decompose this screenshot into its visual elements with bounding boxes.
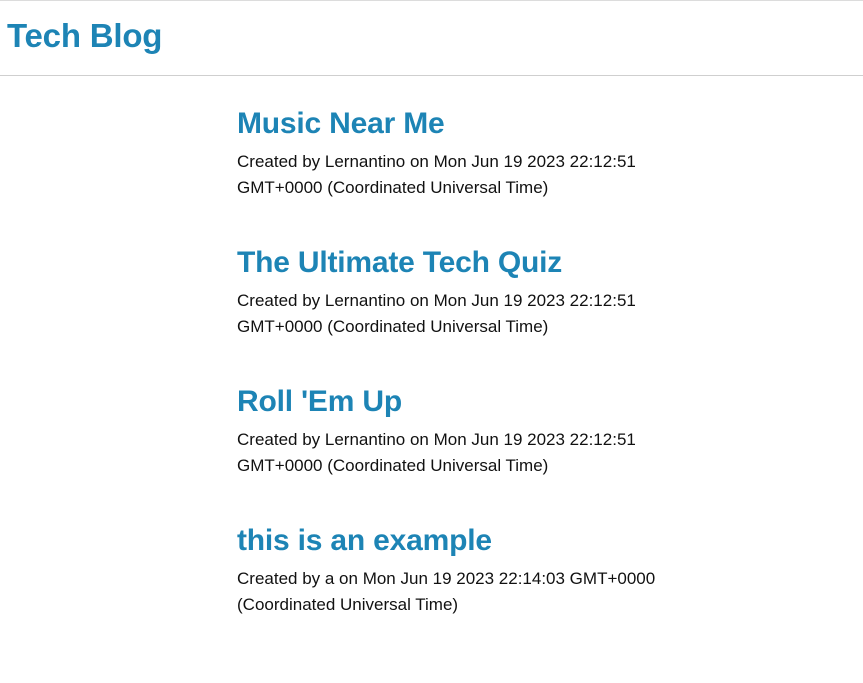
site-title-link[interactable]: Tech Blog	[7, 17, 162, 55]
post-meta: Created by Lernantino on Mon Jun 19 2023…	[237, 291, 636, 336]
post-item: Music Near Me Created by Lernantino on M…	[237, 105, 682, 244]
post-list: Music Near Me Created by Lernantino on M…	[237, 105, 682, 661]
post-item: The Ultimate Tech Quiz Created by Lernan…	[237, 244, 682, 383]
post-title-link[interactable]: Music Near Me	[237, 105, 682, 143]
post-title-link[interactable]: Roll 'Em Up	[237, 383, 682, 421]
post-title-link[interactable]: this is an example	[237, 522, 682, 560]
post-title-link[interactable]: The Ultimate Tech Quiz	[237, 244, 682, 282]
post-item: this is an example Created by a on Mon J…	[237, 522, 682, 661]
post-meta: Created by Lernantino on Mon Jun 19 2023…	[237, 152, 636, 197]
site-header: Tech Blog	[0, 1, 863, 76]
post-meta: Created by a on Mon Jun 19 2023 22:14:03…	[237, 569, 656, 614]
page: Tech Blog Music Near Me Created by Lerna…	[0, 0, 863, 683]
post-meta: Created by Lernantino on Mon Jun 19 2023…	[237, 430, 636, 475]
post-item: Roll 'Em Up Created by Lernantino on Mon…	[237, 383, 682, 522]
